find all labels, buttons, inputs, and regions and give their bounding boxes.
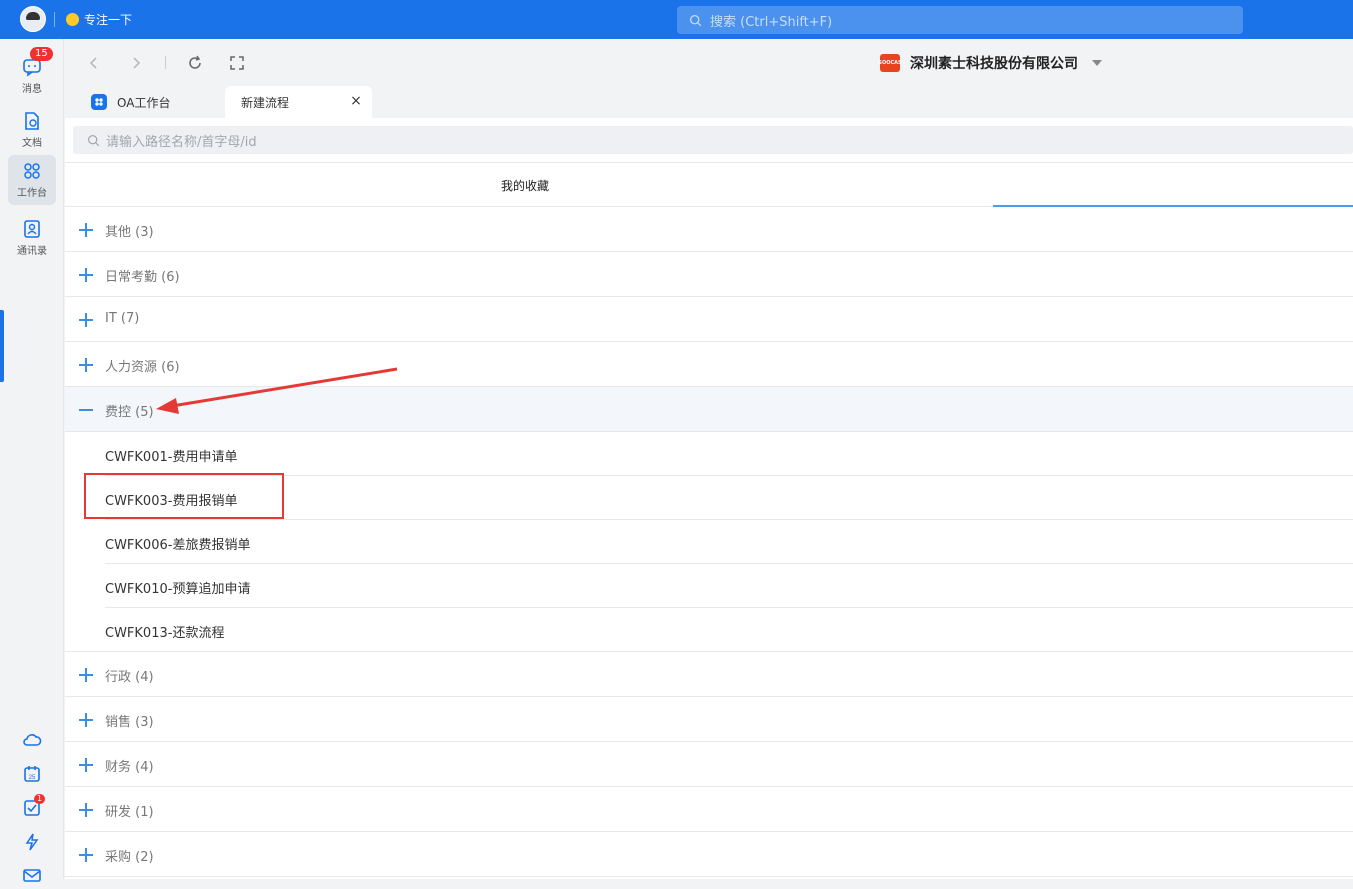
group-name: 研发 (1) <box>105 805 154 820</box>
process-name: CWFK006-差旅费报销单 <box>105 538 251 553</box>
back-icon[interactable] <box>85 54 103 72</box>
group-sales[interactable]: 销售 (3) <box>65 697 1353 742</box>
tab-label: 新建流程 <box>241 95 290 110</box>
group-it[interactable]: IT (7) <box>65 297 1353 342</box>
group-procurement[interactable]: 采购 (2) <box>65 832 1353 877</box>
sidebar-item-workbench[interactable]: 工作台 <box>8 155 56 205</box>
search-placeholder: 搜索 (Ctrl+Shift+F) <box>710 14 833 30</box>
mail-icon[interactable] <box>22 865 42 885</box>
document-icon <box>25 112 39 130</box>
calendar-icon[interactable]: 25 <box>22 764 42 784</box>
group-name: IT (7) <box>105 311 140 326</box>
calendar-day: 25 <box>29 775 36 781</box>
focus-status[interactable]: 专注一下 <box>66 11 132 28</box>
expand-plus-icon[interactable] <box>79 713 93 727</box>
group-name: 行政 (4) <box>105 670 154 685</box>
tab-bar: OA工作台 新建流程 × <box>65 86 1353 118</box>
expand-plus-icon[interactable] <box>79 758 93 772</box>
favorites-header: 我的收藏 <box>65 162 1353 207</box>
annotation-highlight-box <box>84 473 284 519</box>
group-name: 销售 (3) <box>105 715 154 730</box>
company-name: 深圳素士科技股份有限公司 <box>910 56 1078 72</box>
tab-oa-workbench[interactable]: OA工作台 <box>91 86 170 118</box>
group-rnd[interactable]: 研发 (1) <box>65 787 1353 832</box>
topbar-divider <box>54 12 55 27</box>
group-name: 采购 (2) <box>105 850 154 865</box>
group-admin[interactable]: 行政 (4) <box>65 652 1353 697</box>
group-name: 人力资源 (6) <box>105 360 180 375</box>
group-finance[interactable]: 财务 (4) <box>65 742 1353 787</box>
tab-new-process[interactable]: 新建流程 × <box>225 86 372 118</box>
toolbar-divider <box>165 56 166 69</box>
user-avatar[interactable] <box>20 6 46 32</box>
sidebar-active-marker <box>0 310 4 382</box>
collapse-minus-icon[interactable] <box>79 403 93 417</box>
group-name: 其他 (3) <box>105 225 154 240</box>
filter-placeholder: 请输入路径名称/首字母/id <box>106 134 257 150</box>
group-attendance[interactable]: 日常考勤 (6) <box>65 252 1353 297</box>
expand-plus-icon[interactable] <box>79 848 93 862</box>
process-name: CWFK013-还款流程 <box>105 626 225 641</box>
group-expense-control[interactable]: 费控 (5) <box>65 387 1353 432</box>
fullscreen-icon[interactable] <box>228 54 246 72</box>
search-icon <box>689 14 702 26</box>
group-hr[interactable]: 人力资源 (6) <box>65 342 1353 387</box>
tab-label: OA工作台 <box>117 95 171 110</box>
cloud-icon[interactable] <box>22 730 42 750</box>
workbench-icon <box>24 163 40 179</box>
process-name: CWFK001-费用申请单 <box>105 450 238 465</box>
left-sidebar: 消息 15 文档 工作台 通讯录 25 1 <box>0 39 64 882</box>
browser-toolbar: SOOCAS 深圳素士科技股份有限公司 <box>65 39 1353 87</box>
expand-plus-icon[interactable] <box>79 803 93 817</box>
focus-status-label: 专注一下 <box>84 13 133 27</box>
process-item[interactable]: CWFK013-还款流程 <box>65 608 1353 652</box>
todo-count-badge: 1 <box>34 794 46 804</box>
path-search-input[interactable]: 请输入路径名称/首字母/id <box>73 126 1353 154</box>
expand-plus-icon[interactable] <box>79 223 93 237</box>
process-item[interactable]: CWFK006-差旅费报销单 <box>105 520 1353 564</box>
oa-app-icon <box>91 94 107 110</box>
process-item[interactable]: CWFK001-费用申请单 <box>105 432 1353 476</box>
sidebar-item-label: 消息 <box>22 84 42 95</box>
contacts-icon <box>24 220 40 238</box>
company-logo: SOOCAS <box>878 54 902 72</box>
close-icon[interactable]: × <box>350 94 362 108</box>
emoji-icon <box>66 13 79 26</box>
process-item[interactable]: CWFK003-费用报销单 <box>105 476 1353 520</box>
search-icon <box>88 134 100 146</box>
sidebar-item-contacts[interactable]: 通讯录 <box>8 213 56 263</box>
section-title[interactable]: 我的收藏 <box>501 177 549 194</box>
group-name: 财务 (4) <box>105 760 154 775</box>
forward-icon[interactable] <box>127 54 145 72</box>
lightning-icon[interactable] <box>22 832 42 852</box>
refresh-icon[interactable] <box>186 54 204 72</box>
sidebar-item-label: 文档 <box>22 138 42 149</box>
top-bar: 专注一下 搜索 (Ctrl+Shift+F) <box>0 0 1353 39</box>
caret-down-icon <box>1092 60 1102 66</box>
sidebar-item-documents[interactable]: 文档 <box>8 105 56 155</box>
expand-plus-icon[interactable] <box>79 668 93 682</box>
process-item[interactable]: CWFK010-预算追加申请 <box>105 564 1353 608</box>
global-search-input[interactable]: 搜索 (Ctrl+Shift+F) <box>677 6 1243 34</box>
group-name: 日常考勤 (6) <box>105 270 180 285</box>
expand-plus-icon[interactable] <box>79 358 93 372</box>
expand-plus-icon[interactable] <box>79 313 93 327</box>
group-other[interactable]: 其他 (3) <box>65 207 1353 252</box>
company-switcher[interactable]: SOOCAS 深圳素士科技股份有限公司 <box>878 53 1102 73</box>
message-count-badge: 15 <box>30 47 53 61</box>
sidebar-item-label: 通讯录 <box>17 246 47 257</box>
expand-plus-icon[interactable] <box>79 268 93 282</box>
process-name: CWFK010-预算追加申请 <box>105 582 251 597</box>
sidebar-item-label: 工作台 <box>17 188 47 199</box>
group-name: 费控 (5) <box>105 405 154 420</box>
